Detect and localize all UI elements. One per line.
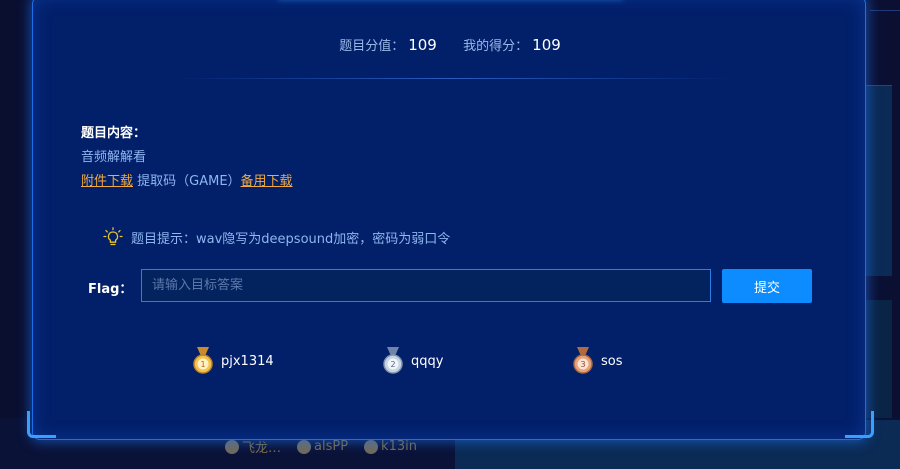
corner-decoration (845, 411, 874, 438)
svg-text:3: 3 (580, 360, 585, 369)
corner-decoration (27, 411, 56, 438)
medal-icon (225, 439, 239, 454)
svg-text:2: 2 (390, 360, 395, 369)
medal-icon (364, 439, 379, 454)
my-score-value: 109 (532, 36, 561, 54)
background-line (870, 10, 900, 11)
hint-row: 题目提示：wav隐写为deepsound加密，密码为弱口令 (103, 227, 450, 247)
backup-download-link[interactable]: 备用下载 (241, 174, 293, 189)
bronze-medal-icon: 3 (573, 347, 593, 374)
lightbulb-icon (103, 227, 123, 246)
challenge-modal: 题目分值： 109 我的得分： 109 题目内容： 音频解解看 附件下载 提取码（G… (27, 0, 874, 440)
flag-label: Flag： (88, 282, 133, 297)
medal-icon (297, 439, 312, 454)
solver-name: sos (601, 353, 623, 369)
attachment-download-link[interactable]: 附件下载 (81, 174, 133, 189)
silver-medal-icon: 2 (383, 347, 403, 374)
content-title: 题目内容： (81, 126, 147, 141)
solver-name: qqqy (411, 353, 444, 369)
submit-button[interactable]: 提交 (722, 269, 812, 303)
challenge-description: 音频解解看 (81, 150, 147, 165)
attachment-row: 附件下载 提取码（GAME）备用下载 (81, 170, 293, 189)
gold-medal-icon: 1 (193, 347, 213, 374)
solver-second: 2 qqqy (381, 347, 443, 375)
flag-input[interactable] (141, 269, 711, 302)
extract-code: 提取码（GAME） (133, 174, 241, 189)
score-value: 109 (408, 36, 437, 54)
solver-first: 1 pjx1314 (191, 347, 274, 375)
hint-text: 题目提示：wav隐写为deepsound加密，密码为弱口令 (131, 231, 451, 247)
score-label: 题目分值： (339, 39, 405, 54)
my-score-label: 我的得分： (463, 39, 529, 54)
divider (173, 78, 733, 79)
solver-third: 3 sos (571, 347, 623, 375)
svg-text:1: 1 (200, 360, 205, 369)
score-row: 题目分值： 109 我的得分： 109 (33, 35, 867, 54)
solver-name: pjx1314 (221, 353, 274, 369)
